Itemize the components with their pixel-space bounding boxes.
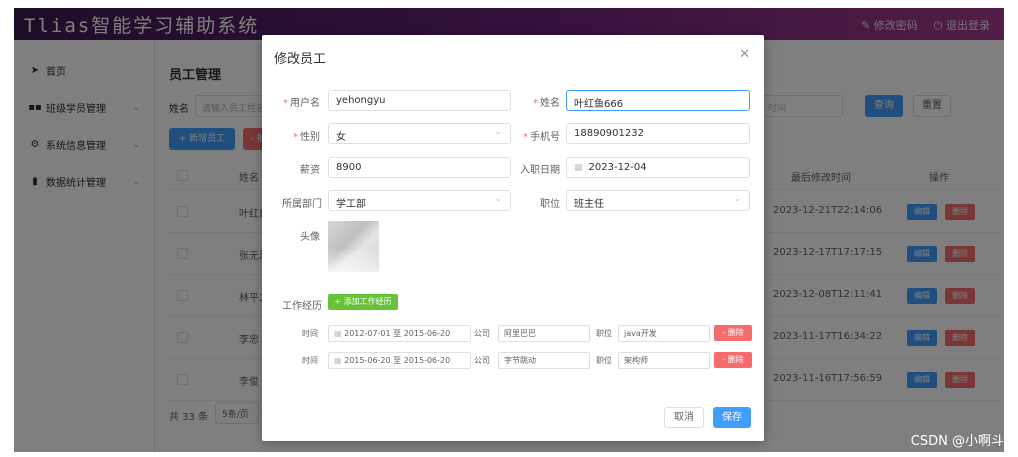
avatar-label: 头像: [300, 232, 320, 243]
close-icon[interactable]: ✕: [739, 47, 750, 62]
calendar-icon: ▦: [334, 356, 342, 365]
gender-select[interactable]: 女 ⌄: [328, 123, 511, 144]
save-button[interactable]: 保存: [713, 407, 751, 428]
chevron-down-icon: ⌄: [494, 194, 502, 204]
exp-job-input[interactable]: 架构师: [618, 352, 710, 369]
entry-date-picker[interactable]: ▦ 2023-12-04: [566, 157, 750, 178]
exp-company-input[interactable]: 字节跳动: [498, 352, 590, 369]
exp-company-input[interactable]: 阿里巴巴: [498, 325, 590, 342]
dialog-title: 修改员工: [274, 52, 327, 67]
chevron-down-icon: ⌄: [494, 127, 502, 137]
gender-label-text: 性别: [300, 132, 320, 143]
phone-label: * 手机号: [523, 132, 560, 143]
phone-input[interactable]: 18890901232: [566, 123, 750, 144]
entry-date-label: 入职日期: [520, 165, 560, 176]
exp-end-date: 2015-06-20: [403, 356, 451, 365]
username-input[interactable]: yehongyu: [328, 90, 511, 111]
work-experience-row: 时间 ▦ 2015-06-20 至 2015-06-20 公司 字节跳动 职位 …: [262, 352, 764, 370]
exp-start-date: 2012-07-01: [344, 329, 391, 338]
exp-end-date: 2015-06-20: [403, 329, 451, 338]
cancel-button[interactable]: 取消: [664, 407, 704, 428]
exp-company-label: 公司: [474, 356, 490, 365]
exp-job-label: 职位: [596, 356, 612, 365]
username-label-text: 用户名: [290, 98, 320, 109]
department-select[interactable]: 学工部 ⌄: [328, 190, 511, 211]
watermark: CSDN @小啊斗: [910, 434, 1004, 449]
phone-label-text: 手机号: [530, 132, 560, 143]
exp-time-label: 时间: [302, 356, 318, 365]
salary-input[interactable]: 8900: [328, 157, 511, 178]
add-work-experience-button[interactable]: + 添加工作经历: [328, 294, 398, 310]
chevron-down-icon: ⌄: [733, 194, 741, 204]
work-experience-label: 工作经历: [282, 301, 322, 312]
gender-value: 女: [336, 132, 346, 143]
calendar-icon: ▦: [334, 329, 342, 338]
work-experience-row: 时间 ▦ 2012-07-01 至 2015-06-20 公司 阿里巴巴 职位 …: [262, 325, 764, 343]
salary-label: 薪资: [300, 165, 320, 176]
exp-delete-button[interactable]: - 删除: [714, 325, 752, 341]
exp-start-date: 2015-06-20: [344, 356, 391, 365]
department-value: 学工部: [336, 199, 366, 210]
exp-delete-button[interactable]: - 删除: [714, 352, 752, 368]
gender-label: * 性别: [293, 132, 320, 143]
job-value: 班主任: [574, 199, 604, 210]
exp-to-label: 至: [393, 329, 402, 338]
calendar-icon: ▦: [574, 163, 583, 173]
exp-date-range-picker[interactable]: ▦ 2015-06-20 至 2015-06-20: [328, 352, 471, 369]
name-label-text: 姓名: [540, 98, 560, 109]
exp-date-range-picker[interactable]: ▦ 2012-07-01 至 2015-06-20: [328, 325, 471, 342]
job-label: 职位: [540, 199, 560, 210]
exp-to-label: 至: [393, 356, 402, 365]
job-select[interactable]: 班主任 ⌄: [566, 190, 750, 211]
avatar-upload[interactable]: [328, 221, 379, 272]
exp-job-label: 职位: [596, 329, 612, 338]
exp-job-input[interactable]: java开发: [618, 325, 710, 342]
department-label: 所属部门: [282, 199, 322, 210]
edit-employee-dialog: 修改员工 ✕ * 用户名 yehongyu * 姓名 叶红鱼666 * 性别 女 ⌄ *…: [262, 35, 764, 441]
name-label: * 姓名: [533, 98, 560, 109]
entry-date-value: 2023-12-04: [588, 162, 647, 173]
exp-time-label: 时间: [302, 329, 318, 338]
exp-company-label: 公司: [474, 329, 490, 338]
name-input[interactable]: 叶红鱼666: [566, 90, 750, 111]
username-label: * 用户名: [283, 98, 320, 109]
